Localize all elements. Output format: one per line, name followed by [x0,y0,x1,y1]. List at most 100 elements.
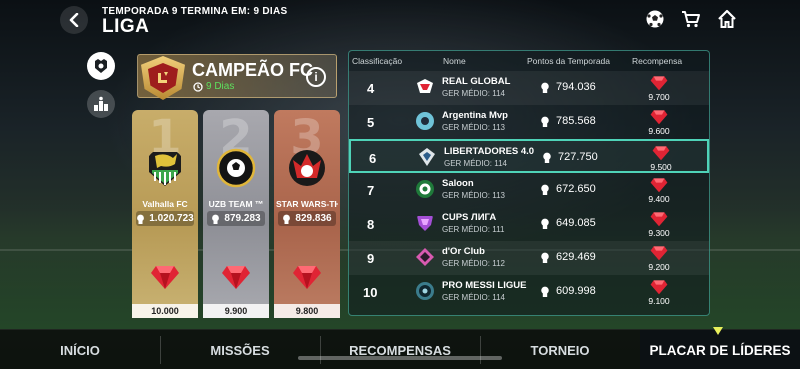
ruby-gem-icon [650,76,668,91]
tab-podium[interactable] [87,90,115,118]
row-points: 649.085 [540,217,596,229]
table-row-current-team[interactable]: 6 LIBERTADORES 4.0 GER MÉDIO: 114 727.75… [349,139,709,173]
row-rank: 8 [367,217,375,232]
podium-points-value: 879.283 [224,213,261,224]
podium-team-name: Valhalla FC [142,199,188,209]
nav-torneio[interactable]: TORNEIO [480,330,640,369]
row-reward: 9.700 [648,92,670,102]
medal-icon [541,286,549,297]
row-team-name: d'Or Club [442,246,485,257]
back-button[interactable] [60,6,88,34]
ruby-gem-icon [650,246,668,261]
podium-reward: 9.900 [203,304,269,318]
table-row[interactable]: 5 Argentina Mvp GER MÉDIO: 113 785.568 9… [349,105,709,139]
row-ger: GER MÉDIO: 111 [442,225,505,234]
header-rank: Classificação [352,56,403,66]
medal-icon [541,82,549,93]
row-team-name: CUPS ЛИГА [442,212,497,223]
row-points-value: 727.750 [558,151,598,163]
row-reward: 9.300 [648,228,670,238]
row-reward: 9.500 [650,162,672,172]
libertadores-crest-icon [419,148,435,166]
row-team-name: PRO MESSI LIGUE [442,280,527,291]
dor-club-crest-icon [416,248,434,266]
ruby-gem-icon [650,280,668,295]
row-points: 609.998 [540,285,596,297]
top-icons [644,8,738,30]
podium-team-name: STAR WARS-TH [276,199,338,209]
tab-club[interactable] [87,52,115,80]
real-global-crest-icon [417,79,433,93]
row-reward: 9.200 [648,262,670,272]
table-row[interactable]: 9 d'Or Club GER MÉDIO: 112 629.469 9.200 [349,241,709,275]
row-points: 629.469 [540,251,596,263]
row-points: 727.750 [542,151,598,163]
row-reward: 9.100 [648,296,670,306]
podium-icon [94,96,108,111]
podium-points-value: 1.020.723 [149,213,194,224]
ruby-gem-icon [293,266,321,289]
table-row[interactable]: 7 Saloon GER MÉDIO: 113 672.650 9.400 [349,173,709,207]
row-points-value: 785.568 [556,115,596,127]
row-rank: 5 [367,115,375,130]
row-ger: GER MÉDIO: 113 [442,123,505,132]
table-header: Classificação Nome Pontos da Temporada R… [349,51,709,71]
row-points-value: 629.469 [556,251,596,263]
argentina-crest-icon [416,112,434,130]
row-team-name: LIBERTADORES 4.0 [444,146,535,157]
medal-icon [283,214,291,224]
medal-icon [137,214,145,224]
nav-placar-de-lideres[interactable]: PLACAR DE LÍDERES [640,330,800,369]
medal-icon [212,214,220,224]
valhalla-crest-icon [149,152,181,186]
row-ger: GER MÉDIO: 112 [442,259,505,268]
nav-inicio[interactable]: INÍCIO [0,330,160,369]
ruby-gem-icon [222,266,250,289]
home-icon[interactable] [716,8,738,30]
podium-second[interactable]: 2 UZB TEAM ™ 879.283 9.900 [203,110,269,318]
uzb-crest-icon [216,148,256,188]
table-row[interactable]: 8 CUPS ЛИГА GER MÉDIO: 111 649.085 9.300 [349,207,709,241]
nav-missoes[interactable]: MISSÕES [160,330,320,369]
pro-messi-crest-icon [416,282,434,300]
podium-first[interactable]: 1 Valhalla FC 1.020.723 10.000 [132,110,198,318]
active-tab-marker [713,327,723,335]
podium-reward: 10.000 [132,304,198,318]
medal-icon [543,152,551,163]
header-points: Pontos da Temporada [527,56,611,66]
table-row[interactable]: 4 REAL GLOBAL GER MÉDIO: 114 794.036 9.7… [349,71,709,105]
medal-icon [541,218,549,229]
row-points-value: 794.036 [556,81,596,93]
page-title: LIGA [102,16,150,37]
row-team-name: REAL GLOBAL [442,76,511,87]
cart-icon[interactable] [680,8,702,30]
header-reward: Recompensa [632,56,683,66]
row-ger: GER MÉDIO: 114 [442,89,505,98]
champion-days: 9 Dias [193,81,234,92]
medal-icon [541,252,549,263]
row-ger: GER MÉDIO: 114 [444,159,507,168]
row-points-value: 649.085 [556,217,596,229]
row-reward: 9.400 [648,194,670,204]
row-points-value: 609.998 [556,285,596,297]
table-row[interactable]: 10 PRO MESSI LIGUE GER MÉDIO: 114 609.99… [349,275,709,309]
star-wars-crest-icon [289,150,325,186]
home-indicator[interactable] [298,356,502,360]
ruby-gem-icon [650,212,668,227]
header-name: Nome [443,56,466,66]
info-button[interactable]: i [306,67,326,87]
podium-reward: 9.800 [274,304,340,318]
back-arrow-icon [69,13,79,27]
nav-recompensas[interactable]: RECOMPENSAS [320,330,480,369]
soccer-ball-icon[interactable] [644,8,666,30]
days-label: 9 Dias [206,81,235,92]
bottom-nav: INÍCIO MISSÕES RECOMPENSAS TORNEIO PLACA… [0,329,800,369]
ruby-gem-icon [151,266,179,289]
podium-third[interactable]: 3 STAR WARS-TH 829.836 9.800 [274,110,340,318]
medal-icon [541,184,549,195]
row-points-value: 672.650 [556,183,596,195]
row-ger: GER MÉDIO: 113 [442,191,505,200]
row-rank: 10 [363,285,378,300]
row-rank: 6 [369,151,377,166]
podium-team-name: UZB TEAM ™ [208,199,264,209]
